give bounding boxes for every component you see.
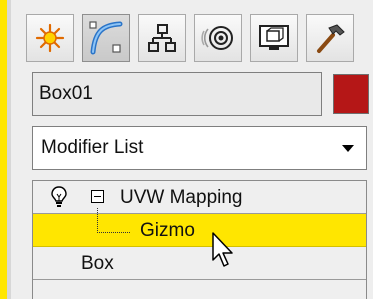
object-name-field[interactable]: Box01 xyxy=(32,72,322,116)
object-color-swatch[interactable] xyxy=(333,74,369,114)
tab-display[interactable] xyxy=(250,14,298,62)
modifier-list-dropdown[interactable]: Modifier List xyxy=(32,126,367,170)
stack-item-gizmo[interactable]: Gizmo xyxy=(33,208,366,247)
tab-motion[interactable] xyxy=(194,14,242,62)
command-panel-tabs xyxy=(26,14,366,62)
mouse-cursor-icon xyxy=(212,232,233,267)
stack-item-label: Gizmo xyxy=(140,220,195,241)
tree-connector xyxy=(97,208,130,233)
chevron-down-icon[interactable] xyxy=(342,145,354,152)
tab-modify[interactable] xyxy=(82,14,130,62)
tab-utilities[interactable] xyxy=(306,14,354,62)
motion-icon xyxy=(201,26,233,50)
lightbulb-icon[interactable] xyxy=(51,186,67,208)
display-icon xyxy=(259,25,289,50)
stack-empty-row xyxy=(33,280,366,299)
tab-create[interactable] xyxy=(26,14,74,62)
utilities-hammer-icon xyxy=(317,24,345,53)
tab-hierarchy[interactable] xyxy=(138,14,186,62)
modifier-list-label: Modifier List xyxy=(41,137,144,158)
modifier-stack[interactable]: UVW Mapping Gizmo Box xyxy=(32,180,367,299)
stack-item-uvw-mapping[interactable]: UVW Mapping xyxy=(33,181,366,214)
stack-item-label: UVW Mapping xyxy=(120,187,243,208)
hierarchy-icon xyxy=(148,24,176,52)
stack-item-label: Box xyxy=(81,253,114,274)
collapse-icon[interactable] xyxy=(91,190,104,203)
create-sun-icon xyxy=(35,23,65,53)
viewport-edge xyxy=(0,0,7,299)
stack-item-box[interactable]: Box xyxy=(33,247,366,280)
modify-curve-icon xyxy=(89,21,123,55)
